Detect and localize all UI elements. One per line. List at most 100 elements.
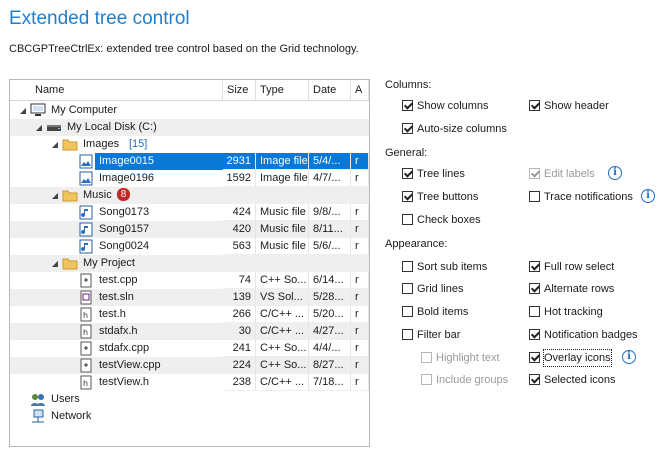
tree-item-label: Song0157 <box>99 223 150 235</box>
tree-row[interactable]: ◢ My Project <box>10 255 369 272</box>
checkbox-box[interactable] <box>529 168 540 179</box>
tree-row[interactable]: ◢ My Computer <box>10 102 369 119</box>
tree-row[interactable]: Image0196 1592 Image file 4/7/... r <box>10 170 369 187</box>
attr-cell: r <box>351 238 369 255</box>
svg-text:h: h <box>83 379 88 388</box>
tree-row[interactable]: Users <box>10 391 369 408</box>
checkbox-box[interactable] <box>529 352 540 363</box>
attr-cell: r <box>351 323 369 340</box>
tree-row[interactable]: test.cpp 74 C++ So... 6/14... r <box>10 272 369 289</box>
checkbox-box[interactable] <box>402 283 413 294</box>
tree-item-label: testView.cpp <box>99 359 161 371</box>
tree-item-label: My Local Disk (C:) <box>67 121 157 133</box>
checkbox-box[interactable] <box>529 283 540 294</box>
type-cell: C++ So... <box>256 357 309 374</box>
tree-row[interactable]: Song0173 424 Music file 9/8/... r <box>10 204 369 221</box>
tree-item-label: Users <box>51 393 80 405</box>
expander-icon[interactable]: ◢ <box>34 119 44 136</box>
tree-row[interactable]: stdafx.cpp 241 C++ So... 4/4/... r <box>10 340 369 357</box>
network-icon <box>30 409 46 424</box>
checkbox-box[interactable] <box>421 374 432 385</box>
checkbox-box[interactable] <box>529 374 540 385</box>
edit-labels-info-icon[interactable]: i <box>608 166 622 180</box>
tree-item-label: stdafx.h <box>99 325 138 337</box>
computer-icon <box>30 103 46 118</box>
overlay-icons-info-icon[interactable]: i <box>622 350 636 364</box>
tree-row[interactable]: Song0024 563 Music file 5/6/... r <box>10 238 369 255</box>
tree-row[interactable]: ◢ Images [15] <box>10 136 369 153</box>
expander-icon[interactable]: ◢ <box>50 187 60 204</box>
users-icon <box>30 392 46 407</box>
attr-cell: r <box>351 289 369 306</box>
type-cell: C/C++ ... <box>256 374 309 391</box>
checkbox-box[interactable] <box>529 191 540 202</box>
checkbox-box[interactable] <box>402 168 413 179</box>
checkbox-box[interactable] <box>402 306 413 317</box>
checkbox-box[interactable] <box>529 306 540 317</box>
expander-icon[interactable]: ◢ <box>50 255 60 272</box>
header-file-icon: h <box>78 375 94 390</box>
music-file-icon <box>78 239 94 254</box>
column-type[interactable]: Type <box>256 80 309 100</box>
attr-cell: r <box>351 153 369 170</box>
tree-row[interactable]: testView.cpp 224 C++ So... 8/27... r <box>10 357 369 374</box>
tree-row[interactable]: h stdafx.h 30 C/C++ ... 4/27... r <box>10 323 369 340</box>
size-cell: 238 <box>223 374 256 391</box>
checkbox-label: Grid lines <box>417 283 464 295</box>
tree-grid[interactable]: Name Size Type Date A ◢ My Computer ◢ My Lo… <box>9 79 370 447</box>
tree-row[interactable]: Image0015 2931 Image file 5/4/... r <box>10 153 369 170</box>
expander-icon[interactable]: ◢ <box>18 102 28 119</box>
checkbox-box[interactable] <box>402 214 413 225</box>
column-size[interactable]: Size <box>223 80 256 100</box>
checkbox-box[interactable] <box>402 123 413 134</box>
checkbox-label: Check boxes <box>417 214 481 226</box>
disk-icon <box>46 120 62 135</box>
checkbox-box[interactable] <box>402 100 413 111</box>
column-name[interactable]: Name <box>10 80 223 100</box>
checkbox-box[interactable] <box>402 191 413 202</box>
page-subtitle: CBCGPTreeCtrlEx: extended tree control b… <box>9 43 359 55</box>
tree-row[interactable]: h testView.h 238 C/C++ ... 7/18... r <box>10 374 369 391</box>
type-cell: Music file <box>256 238 309 255</box>
tree-item-label: testView.h <box>99 376 149 388</box>
checkbox-box[interactable] <box>529 329 540 340</box>
size-cell: 424 <box>223 204 256 221</box>
tree-row[interactable]: Network <box>10 408 369 425</box>
page-title: Extended tree control <box>9 8 190 29</box>
tree-item-label: My Project <box>83 257 135 269</box>
size-cell: 139 <box>223 289 256 306</box>
attr-cell: r <box>351 374 369 391</box>
expander-icon[interactable]: ◢ <box>50 136 60 153</box>
checkbox-box[interactable] <box>529 100 540 111</box>
checkbox-label: Bold items <box>417 306 469 318</box>
trace-notifications-info-icon[interactable]: i <box>641 189 655 203</box>
attr-cell: r <box>351 306 369 323</box>
tree-row[interactable]: ◢ My Local Disk (C:) <box>10 119 369 136</box>
checkbox-label: Highlight text <box>436 352 500 364</box>
checkbox-box[interactable] <box>402 329 413 340</box>
date-cell: 4/27... <box>309 323 351 340</box>
date-cell: 9/8/... <box>309 204 351 221</box>
checkbox-box[interactable] <box>402 261 413 272</box>
music-file-icon <box>78 222 94 237</box>
columns-heading: Columns: <box>385 79 432 91</box>
column-attr[interactable]: A <box>351 80 369 100</box>
tree-item-label: Network <box>51 410 92 422</box>
tree-row[interactable]: Song0157 420 Music file 8/11... r <box>10 221 369 238</box>
tree-row[interactable]: h test.h 266 C/C++ ... 5/20... r <box>10 306 369 323</box>
date-cell: 4/7/... <box>309 170 351 187</box>
size-cell: 266 <box>223 306 256 323</box>
folder-icon <box>62 188 78 203</box>
checkbox-box[interactable] <box>421 352 432 363</box>
date-cell: 5/6/... <box>309 238 351 255</box>
tree-row[interactable]: test.sln 139 VS Sol... 5/28... r <box>10 289 369 306</box>
date-cell: 5/4/... <box>309 153 351 170</box>
tree-item-label: stdafx.cpp <box>99 342 150 354</box>
tree-row[interactable]: ◢ Music 8 <box>10 187 369 204</box>
attr-cell: r <box>351 272 369 289</box>
checkbox-box[interactable] <box>529 261 540 272</box>
column-date[interactable]: Date <box>309 80 351 100</box>
cpp-file-icon <box>78 273 94 288</box>
date-cell: 8/27... <box>309 357 351 374</box>
folder-icon <box>62 256 78 271</box>
